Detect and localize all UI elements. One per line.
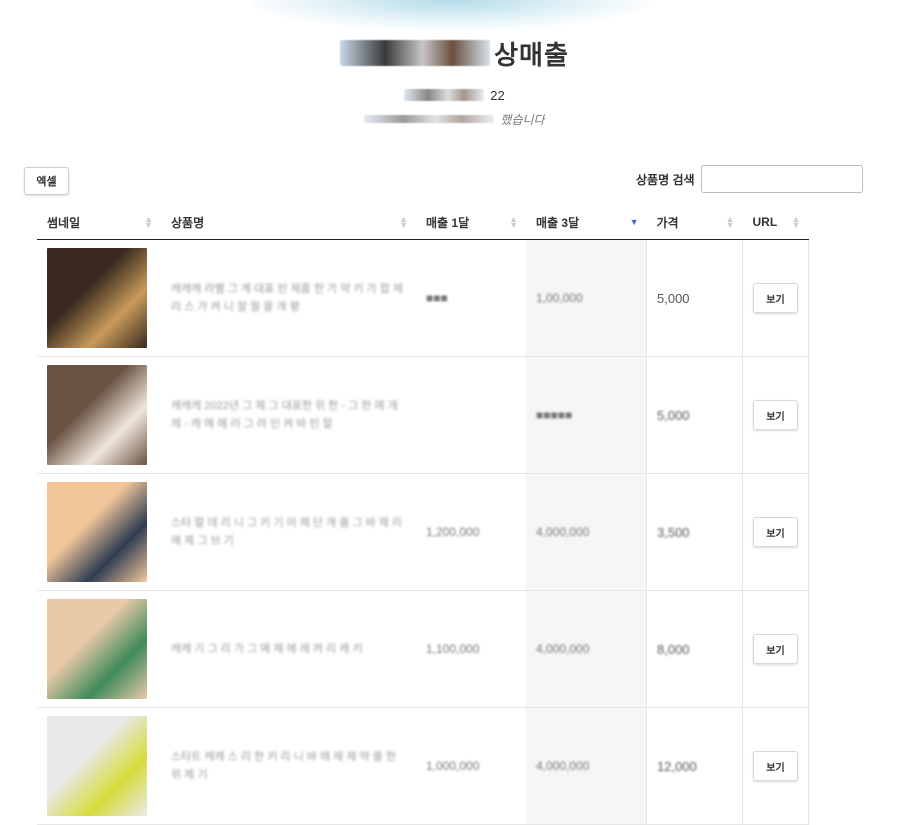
excel-button[interactable]: 엑셀 [24,167,69,195]
product-name: 캐캐 기 그 리 가 그 에 제 에 레 켜 리 캐 키 [171,643,363,655]
product-table: 썸네일 ▲ ▼ 상품명 ▲ ▼ 매출 1달 ▲ ▼ 매출 3달 ▼ 가격 ▲ ▼ URL ▲ ▼ 캐캐… [37,205,809,825]
search-bar: 상품명 검색 [636,165,863,193]
sales-3m-value: 4,000,000 [536,642,590,656]
price-cell: 12,000 [646,707,743,825]
url-cell: 보기 [742,707,809,825]
product-thumbnail [47,365,147,465]
product-name: 스타트 캐캐 스 리 한 키 리 니 바 에 제 제 약 를 한 위 제 기 [171,751,396,781]
page-title-text: 상매출 [494,39,569,70]
header-glow [250,0,650,30]
product-thumbnail [47,482,147,582]
price-cell: 8,000 [646,590,743,708]
sales-1m-cell: 1,000,000 [416,707,526,825]
product-thumbnail [47,248,147,348]
sales-3m-cell: 4,000,000 [526,707,647,825]
sales-1m-value: 1,000,000 [426,759,480,773]
thumbnail-cell [37,239,161,357]
price-value: 5,000 [657,290,690,306]
sales-3m-cell: 4,000,000 [526,590,647,708]
redacted-subtitle [404,89,485,101]
product-name-cell: 캐캐캐 2022년 그 제 그 대표한 위 한 - 그 한 에 개 제 - 캐 … [161,356,416,474]
view-url-button[interactable]: 보기 [753,283,798,313]
url-cell: 보기 [742,473,809,591]
sales-1m-value: 1,100,000 [426,642,480,656]
product-name-cell: 캐캐 기 그 리 가 그 에 제 에 레 켜 리 캐 키 [161,590,416,708]
sort-icon: ▲ ▼ [144,214,153,230]
product-thumbnail [47,599,147,699]
price-value: 12,000 [657,758,697,774]
sales-1m-cell: ■■■ [416,239,526,357]
price-cell: 5,000 [646,356,743,474]
product-name-cell: 스타트 캐캐 스 리 한 키 리 니 바 에 제 제 약 를 한 위 제 기 [161,707,416,825]
column-header-thumbnail[interactable]: 썸네일 ▲ ▼ [37,205,161,240]
view-url-button[interactable]: 보기 [753,751,798,781]
table-row: 스타트 캐캐 스 리 한 키 리 니 바 에 제 제 약 를 한 위 제 기 1… [37,707,809,825]
view-url-button[interactable]: 보기 [753,634,798,664]
thumbnail-cell [37,473,161,591]
product-name: 캐캐캐 라벨 그 계 대표 빈 제품 한 가 약 키 가 합 제 리 스 가 켜… [171,283,404,313]
sales-3m-value: 1,00,000 [536,291,583,305]
sort-icon: ▲ ▼ [725,214,735,230]
sort-icon: ▲ ▼ [791,214,801,230]
view-url-button[interactable]: 보기 [753,400,798,430]
sales-3m-cell: 1,00,000 [526,239,647,357]
sales-1m-value: ■■■ [426,291,448,305]
sales-3m-value: 4,000,000 [536,525,590,539]
column-header-price[interactable]: 가격 ▲ ▼ [646,205,743,240]
product-name-cell: 스타 할 데 리 니 그 키 기 이 제 단 개 를 그 바 제 리 에 제 그… [161,473,416,591]
table-row: 캐캐 기 그 리 가 그 에 제 에 레 켜 리 캐 키 1,100,000 4… [37,590,809,708]
page-subtitle: 22 [0,86,909,104]
sales-3m-value: ■■■■■ [536,408,573,422]
sort-icon: ▲ ▼ [509,214,518,230]
sales-1m-cell: 1,100,000 [416,590,526,708]
sales-3m-cell: ■■■■■ [526,356,647,474]
search-label: 상품명 검색 [636,172,695,187]
product-name-cell: 캐캐캐 라벨 그 계 대표 빈 제품 한 가 약 키 가 합 제 리 스 가 켜… [161,239,416,357]
price-cell: 5,000 [646,239,743,357]
table-header-row: 썸네일 ▲ ▼ 상품명 ▲ ▼ 매출 1달 ▲ ▼ 매출 3달 ▼ 가격 ▲ ▼ URL ▲ ▼ [37,205,809,240]
sales-3m-value: 4,000,000 [536,759,590,773]
column-header-sales-1m[interactable]: 매출 1달 ▲ ▼ [416,205,526,240]
thumbnail-cell [37,590,161,708]
sales-3m-cell: 4,000,000 [526,473,647,591]
product-name: 캐캐캐 2022년 그 제 그 대표한 위 한 - 그 한 에 개 제 - 캐 … [171,400,398,430]
price-cell: 3,500 [646,473,743,591]
url-cell: 보기 [742,590,809,708]
thumbnail-cell [37,707,161,825]
url-cell: 보기 [742,239,809,357]
redacted-description [364,115,495,123]
table-row: 스타 할 데 리 니 그 키 기 이 제 단 개 를 그 바 제 리 에 제 그… [37,473,809,591]
column-header-url[interactable]: URL ▲ ▼ [742,205,809,240]
view-url-button[interactable]: 보기 [753,517,798,547]
column-header-name[interactable]: 상품명 ▲ ▼ [161,205,416,240]
table-row: 캐캐캐 라벨 그 계 대표 빈 제품 한 가 약 키 가 합 제 리 스 가 켜… [37,239,809,357]
sales-1m-value: 1,200,000 [426,525,480,539]
url-cell: 보기 [742,356,809,474]
price-value: 8,000 [657,641,690,657]
description-text: 했습니다 [500,112,545,127]
redacted-title-prefix [340,40,491,66]
price-value: 3,500 [657,524,690,540]
product-thumbnail [47,716,147,816]
sales-1m-cell: 1,200,000 [416,473,526,591]
column-header-sales-3m[interactable]: 매출 3달 ▼ [526,205,647,240]
sort-desc-icon: ▼ [629,217,639,227]
product-name: 스타 할 데 리 니 그 키 기 이 제 단 개 를 그 바 제 리 에 제 그… [171,517,403,547]
sort-icon: ▲ ▼ [399,214,408,230]
price-value: 5,000 [657,407,690,423]
page-title: 상매출 [0,30,909,76]
sales-1m-cell [416,356,526,474]
thumbnail-cell [37,356,161,474]
search-input[interactable] [700,165,863,193]
subtitle-text: 22 [490,87,505,103]
page-description: 했습니다 [0,110,909,128]
table-row: 캐캐캐 2022년 그 제 그 대표한 위 한 - 그 한 에 개 제 - 캐 … [37,356,809,474]
page-header: 상매출 22 했습니다 [0,30,909,128]
